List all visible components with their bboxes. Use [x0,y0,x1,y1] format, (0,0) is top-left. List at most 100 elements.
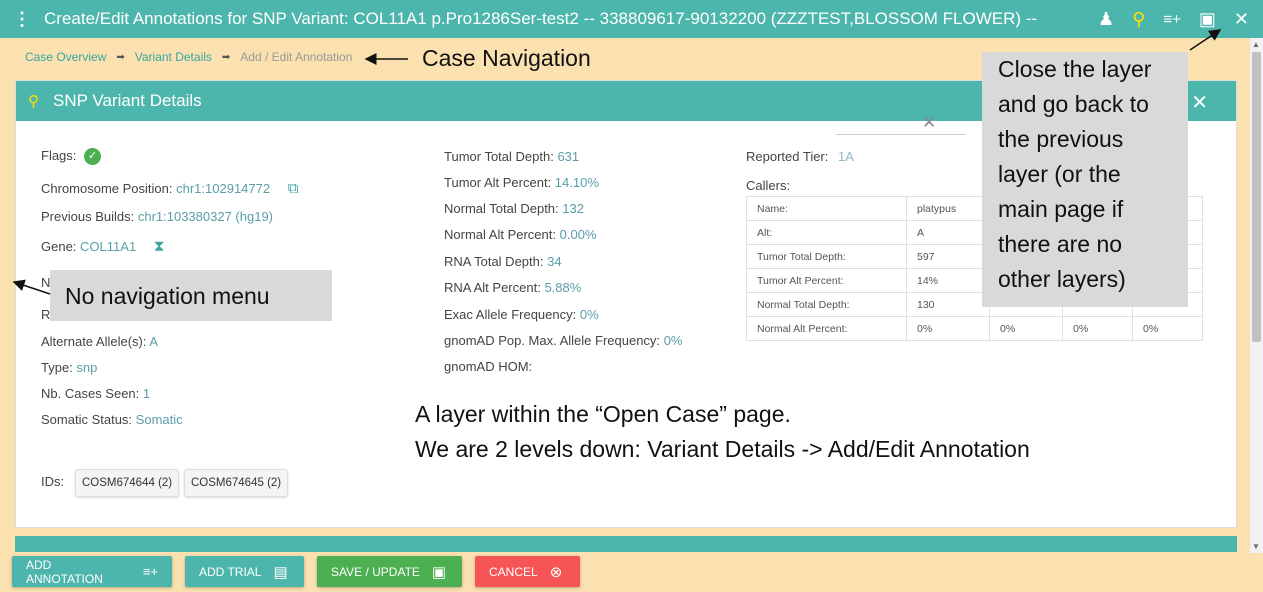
search-icon: ⚲ [28,93,39,110]
alt-allele-label: Alternate Allele(s): [41,334,147,349]
add-list-icon[interactable]: ≡+ [1163,11,1181,28]
flags-row: Flags: ✓ [41,148,102,166]
add-annotation-label: ADD ANNOTATION [26,557,103,586]
cancel-button[interactable]: CANCEL ⊗ [475,556,580,587]
callers-label: Callers: [746,178,791,193]
reported-tier-select[interactable] [836,115,966,135]
annotation-layer-note-2: We are 2 levels down: Variant Details ->… [415,436,1030,462]
callers-cell: 0% [1132,316,1203,341]
partial-row-r: R [41,307,51,322]
tumor-depth-label: Tumor Total Depth: [444,149,554,164]
annotation-case-navigation: Case Navigation [422,45,591,71]
somatic-row: Somatic Status: Somatic [41,412,183,427]
breadcrumb-variant-details[interactable]: Variant Details [135,50,212,64]
gnomad-value: 0% [663,333,683,348]
partial-row-n: N [41,275,51,290]
previous-builds-value: chr1:103380327 (hg19) [137,209,274,224]
add-list-icon: ≡+ [142,564,158,579]
flags-label: Flags: [41,148,77,163]
save-update-button[interactable]: SAVE / UPDATE ▣ [317,556,462,587]
annotation-line: and go back to [998,91,1149,117]
external-link-icon[interactable]: ⧉ [288,180,299,197]
exac-label: Exac Allele Frequency: [444,307,577,322]
annotation-line: other layers) [998,266,1126,292]
callers-cell: 14% [906,268,990,293]
menu-dots-icon[interactable]: ⋮ [0,9,44,30]
previous-builds-label: Previous Builds: [41,209,135,224]
exac-value: 0% [579,307,599,322]
breadcrumb-current: Add / Edit Annotation [240,50,353,64]
scrollbar-thumb[interactable] [1252,52,1261,342]
scrollbar[interactable]: ▲ ▼ [1250,38,1263,553]
tumor-alt-label: Tumor Alt Percent: [444,175,552,190]
breadcrumb-arrow-icon: ➡ [221,51,231,63]
callers-row-label: Normal Total Depth: [746,292,907,317]
callers-cell: 130 [906,292,990,317]
card-close-icon[interactable]: ✕ [1191,90,1208,115]
rna-depth-label: RNA Total Depth: [444,254,544,269]
add-annotation-button[interactable]: ADD ANNOTATION ≡+ [12,556,172,587]
alt-allele-value: A [149,334,159,349]
close-icon[interactable]: ✕ [1234,9,1249,30]
scroll-up-icon[interactable]: ▲ [1252,40,1260,49]
callers-cell: 597 [906,244,990,269]
alt-allele-row: Alternate Allele(s): A [41,334,158,349]
window-title: Create/Edit Annotations for SNP Variant:… [44,9,1038,28]
chromosome-label: Chromosome Position: [41,181,173,196]
breadcrumb-arrow-icon: ➡ [116,51,125,63]
tumor-depth-value: 631 [557,149,580,164]
add-trial-label: ADD TRIAL [199,564,262,579]
chromosome-value: chr1:102914772 [176,181,271,196]
normal-alt-value: 0.00% [559,227,597,242]
normal-depth-label: Normal Total Depth: [444,201,559,216]
annotation-line: the previous [998,126,1124,152]
cases-seen-value: 1 [142,386,151,401]
save-icon: ▣ [431,563,447,581]
annotation-line: main page if [998,196,1124,222]
add-trial-button[interactable]: ADD TRIAL ▤ [185,556,304,587]
chromosome-row: Chromosome Position: chr1:102914772 ⧉ [41,180,298,197]
annotation-line: layer (or the [998,161,1121,187]
cases-seen-label: Nb. Cases Seen: [41,386,140,401]
normal-alt-label: Normal Alt Percent: [444,227,556,242]
reported-tier-value[interactable]: 1A [838,149,854,164]
rna-alt-value: 5.88% [544,280,582,295]
callers-cell: 0% [1062,316,1133,341]
clear-icon[interactable]: ✕ [922,113,936,133]
callers-cell: platypus [906,196,990,221]
second-card-header [15,536,1237,552]
breadcrumb: Case Overview ➡ Variant Details ➡ Add / … [25,50,352,64]
id-chip-button[interactable]: COSM674644 (2) [75,469,180,497]
callers-row-label: Tumor Alt Percent: [746,268,907,293]
breadcrumb-case-overview[interactable]: Case Overview [25,50,106,64]
somatic-value: Somatic [135,412,183,427]
annotation-line: there are no [998,231,1123,257]
annotation-close-layer: Close the layer and go back to the previ… [982,52,1188,307]
callers-cell: 0% [906,316,990,341]
id-chip-button[interactable]: COSM674645 (2) [184,469,289,497]
top-bar-icons: ♟ ⚲ ≡+ ▣ ✕ [1098,0,1249,38]
callers-cell: A [906,220,990,245]
check-icon[interactable]: ✓ [84,148,102,166]
callers-table-row: Normal Alt Percent: 0% 0% 0% 0% [746,316,1203,341]
user-icon[interactable]: ♟ [1098,9,1114,30]
gene-label: Gene: [41,239,77,254]
gnomad-hom-label: gnomAD HOM: [444,359,533,374]
gnomad-label: gnomAD Pop. Max. Allele Frequency: [444,333,661,348]
previous-builds-row: Previous Builds: chr1:103380327 (hg19) [41,209,273,224]
rna-depth-value: 34 [547,254,562,269]
dna-icon[interactable]: ⧗ [154,238,165,255]
callers-row-label: Normal Alt Percent: [746,316,907,341]
card-title: SNP Variant Details [53,91,202,110]
save-icon[interactable]: ▣ [1199,9,1216,30]
callers-row-label: Tumor Total Depth: [746,244,907,269]
annotation-layer-note-1: A layer within the “Open Case” page. [415,401,791,427]
somatic-label: Somatic Status: [41,412,133,427]
scroll-down-icon[interactable]: ▼ [1252,542,1260,551]
normal-depth-value: 132 [562,201,584,216]
callers-row-label: Alt: [746,220,907,245]
search-icon[interactable]: ⚲ [1132,9,1145,30]
type-value: snp [76,360,98,375]
gene-value[interactable]: COL11A1 [80,239,136,254]
callers-cell: 0% [989,316,1063,341]
